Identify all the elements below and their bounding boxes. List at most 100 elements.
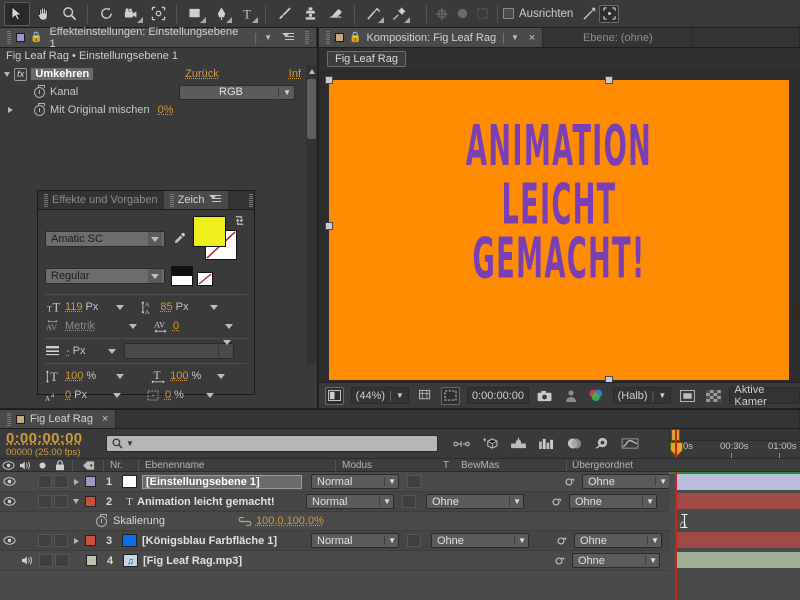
layer-4-audio-icon[interactable]: [18, 555, 36, 566]
layer-1-visibility-icon[interactable]: [0, 477, 18, 486]
continuously-rasterize-icon[interactable]: [480, 435, 500, 453]
brush-tool[interactable]: [271, 2, 297, 26]
camera-tool[interactable]: [119, 2, 145, 26]
tab-menu-chevron-icon[interactable]: ▼: [264, 33, 272, 42]
layer-2-parent-pickwhip[interactable]: [546, 493, 566, 511]
stopwatch-icon-skalierung[interactable]: [96, 516, 107, 527]
effect-expand-triangle[interactable]: [0, 72, 14, 77]
font-size-chevron-icon[interactable]: [116, 305, 124, 310]
move-anchor-icon[interactable]: [432, 5, 452, 23]
layer-2-solo-toggle[interactable]: [38, 495, 52, 508]
snapping-icon[interactable]: [579, 5, 599, 23]
shy-layers-icon[interactable]: [452, 435, 472, 453]
no-fill-swatch[interactable]: [197, 272, 213, 286]
layer-3-name[interactable]: [Königsblau Farbfläche 1]: [142, 535, 302, 547]
tab-effects-and-presets[interactable]: Effekte und Vorgaben: [38, 191, 164, 209]
layer-4-lock-toggle[interactable]: [55, 554, 69, 567]
effect-info-link[interactable]: Inf: [289, 68, 301, 80]
blend-expand-triangle[interactable]: [0, 107, 20, 113]
comp-tab-chevron-icon[interactable]: ▼: [511, 33, 519, 42]
roto-brush-tool[interactable]: [360, 2, 386, 26]
timeline-track-area[interactable]: ⌂: [669, 472, 800, 600]
baseline-shift-chevron-icon[interactable]: [113, 393, 121, 398]
transform-box-icon[interactable]: [599, 5, 619, 23]
font-family-dropdown[interactable]: Amatic SC: [45, 231, 165, 247]
snap-checkbox[interactable]: [503, 8, 514, 19]
layer-4-solo-toggle[interactable]: [39, 554, 53, 567]
panel-grip-right[interactable]: [305, 31, 309, 44]
current-time-value[interactable]: 0:00:00:00: [6, 430, 100, 447]
layer-4-parent-dropdown[interactable]: Ohne ▼: [572, 553, 660, 568]
baseline-shift-value[interactable]: 0: [65, 389, 71, 401]
layer-2-matte-toggle[interactable]: [402, 495, 416, 508]
font-style-dropdown[interactable]: Regular: [45, 268, 165, 284]
layer-1-matte-toggle[interactable]: [407, 475, 421, 488]
composition-canvas-area[interactable]: ANIMATION LEICHT GEMACHT!: [319, 70, 800, 382]
layer-1-solo-toggle[interactable]: [38, 475, 52, 488]
kerning-chevron-icon[interactable]: [129, 324, 137, 329]
layer-2-parent-dropdown[interactable]: Ohne ▼: [569, 494, 657, 509]
character-panel-menu-icon[interactable]: [209, 195, 222, 205]
show-snapshot-icon[interactable]: [562, 387, 581, 405]
layer-3-lock-toggle[interactable]: [54, 534, 68, 547]
horizontal-scale-value[interactable]: 100: [170, 370, 188, 382]
layer-2-expand-triangle[interactable]: [70, 499, 82, 504]
layer-1-lock-toggle[interactable]: [54, 475, 68, 488]
stroke-style-dropdown[interactable]: [124, 343, 234, 359]
timeline-tab-grip[interactable]: [7, 413, 11, 426]
effect-reset-link[interactable]: Zurück: [185, 68, 219, 80]
tracking-chevron-icon[interactable]: [225, 324, 233, 329]
grid-guides-icon[interactable]: [416, 387, 435, 405]
layer-4-parent-pickwhip[interactable]: [549, 552, 569, 570]
panel-menu-icon[interactable]: [282, 33, 295, 43]
stroke-width-chevron-icon[interactable]: [108, 349, 116, 354]
effect-header-row[interactable]: fx Umkehren Zurück Inf: [0, 65, 317, 83]
layer-3-solo-toggle[interactable]: [38, 534, 52, 547]
selection-handle-ml[interactable]: [325, 222, 333, 230]
leading-chevron-icon[interactable]: [210, 305, 218, 310]
column-header-layer-name[interactable]: Ebenenname: [139, 460, 335, 471]
layer-4-track-bar[interactable]: [677, 552, 800, 568]
layer-4-label-color[interactable]: [86, 555, 97, 566]
column-header-number[interactable]: Nr.: [106, 460, 138, 471]
effects-switch-icon[interactable]: [536, 435, 556, 453]
selection-handle-tc[interactable]: [605, 76, 613, 84]
swap-colors-icon[interactable]: [233, 214, 246, 230]
breadcrumb[interactable]: Fig Leaf Rag: [327, 51, 406, 67]
take-snapshot-icon[interactable]: [536, 387, 555, 405]
composition-text-layer[interactable]: ANIMATION LEICHT GEMACHT!: [416, 120, 701, 286]
motion-blur-icon[interactable]: [592, 435, 612, 453]
current-time-block[interactable]: 0:00:00:00 00000 (25.00 fps): [0, 430, 100, 458]
layer-3-matte-dropdown[interactable]: Ohne ▼: [431, 533, 529, 548]
kerning-value[interactable]: Metrik: [65, 320, 95, 332]
leading-value[interactable]: 85: [160, 301, 172, 313]
layer-2-visibility-icon[interactable]: [0, 497, 18, 506]
layer-1-expand-triangle[interactable]: [70, 479, 82, 485]
property-value-blend[interactable]: 0%: [158, 104, 174, 116]
column-header-matte[interactable]: T: [431, 460, 461, 471]
camera-view-dropdown[interactable]: Aktive Kamer: [729, 387, 800, 404]
selection-handle-tl[interactable]: [325, 76, 333, 84]
blackwhite-swatch[interactable]: [171, 266, 193, 286]
search-chevron-icon[interactable]: ▼: [126, 439, 134, 448]
tab-character[interactable]: Zeich: [164, 191, 228, 209]
comp-tab-grip[interactable]: [326, 31, 330, 44]
zoom-tool[interactable]: [56, 2, 82, 26]
tracking-value[interactable]: 0: [173, 320, 179, 332]
layer-3-visibility-icon[interactable]: [0, 536, 18, 545]
comp-tab-close-icon[interactable]: ×: [529, 32, 535, 44]
tab-footage-placeholder[interactable]: [693, 28, 800, 47]
pan-behind-tool[interactable]: [145, 2, 171, 26]
tab-effect-controls[interactable]: 🔒 Effekteinstellungen: Einstellungsebene…: [0, 28, 317, 47]
layer-1-parent-dropdown[interactable]: Ohne ▼: [582, 474, 670, 489]
layer-1-track-bar[interactable]: [677, 474, 800, 490]
horizontal-scale-chevron-icon[interactable]: [217, 374, 225, 379]
lock-icon[interactable]: 🔒: [30, 32, 42, 43]
quality-switch-icon[interactable]: [508, 435, 528, 453]
layer-1-label-color[interactable]: [85, 476, 96, 487]
clone-stamp-tool[interactable]: [297, 2, 323, 26]
channel-rgb-icon[interactable]: [587, 387, 606, 405]
font-size-value[interactable]: 119: [65, 301, 83, 313]
layer-3-track-bar[interactable]: [677, 532, 800, 548]
kanal-dropdown[interactable]: RGB ▼: [179, 85, 295, 100]
